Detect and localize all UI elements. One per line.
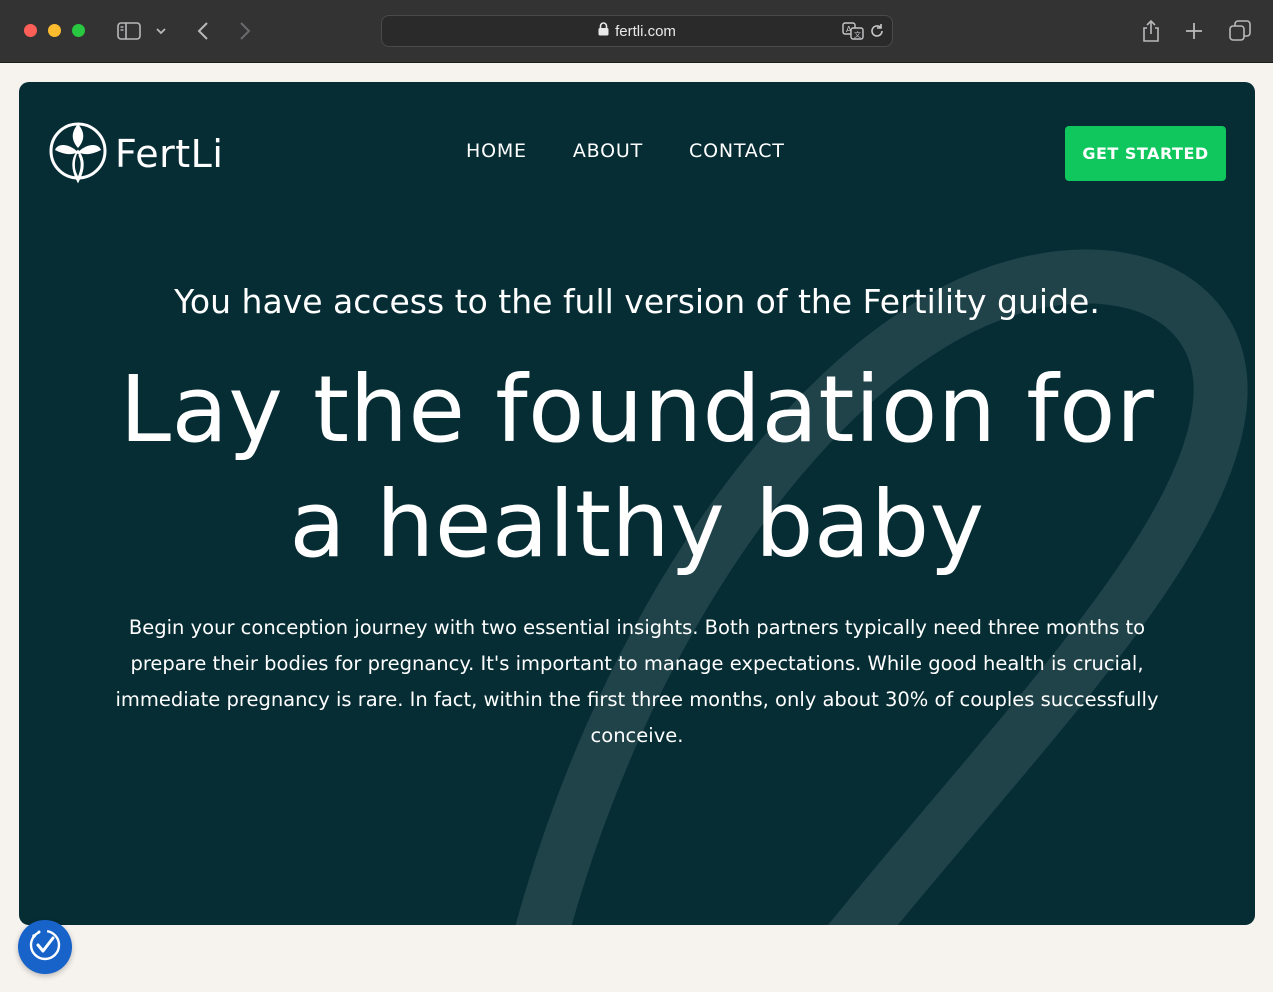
chevron-down-icon[interactable]	[153, 18, 169, 44]
tabs-icon[interactable]	[1228, 18, 1252, 44]
svg-text:A: A	[846, 25, 852, 34]
plus-icon[interactable]	[1182, 18, 1206, 44]
address-bar[interactable]: fertli.com A文	[381, 15, 893, 47]
browser-toolbar: fertli.com A文	[0, 0, 1273, 63]
get-started-button[interactable]: GET STARTED	[1065, 126, 1226, 181]
hero-headline: Lay the foundation for a healthy baby	[59, 352, 1215, 582]
accessibility-button[interactable]	[18, 920, 72, 974]
share-icon[interactable]	[1139, 18, 1163, 44]
zoom-window-button[interactable]	[72, 24, 85, 37]
access-message: You have access to the full version of t…	[174, 282, 1100, 321]
fertli-logo[interactable]: FertLi	[47, 120, 223, 188]
svg-text:文: 文	[854, 30, 861, 39]
headline-line-2: a healthy baby	[289, 471, 985, 578]
minimize-window-button[interactable]	[48, 24, 61, 37]
nav-about[interactable]: ABOUT	[573, 140, 643, 162]
nav-contact[interactable]: CONTACT	[689, 140, 785, 162]
back-arrow-icon[interactable]	[192, 18, 214, 44]
reload-icon[interactable]	[868, 22, 886, 44]
sidebar-icon[interactable]	[116, 18, 142, 44]
headline-line-1: Lay the foundation for	[119, 356, 1155, 463]
url-text: fertli.com	[615, 22, 676, 40]
accessibility-icon	[27, 927, 63, 967]
leaf-logo-icon	[47, 118, 109, 190]
translate-icon[interactable]: A文	[842, 22, 864, 44]
hero-description: Begin your conception journey with two e…	[115, 616, 1159, 747]
hero-section: FertLi HOME ABOUT CONTACT GET STARTED Yo…	[19, 82, 1255, 925]
forward-arrow-icon[interactable]	[234, 18, 256, 44]
page-body: FertLi HOME ABOUT CONTACT GET STARTED Yo…	[0, 63, 1273, 992]
nav-home[interactable]: HOME	[466, 140, 527, 162]
logo-text: FertLi	[115, 132, 224, 176]
main-nav: HOME ABOUT CONTACT	[466, 140, 785, 162]
close-window-button[interactable]	[24, 24, 37, 37]
lock-icon	[598, 22, 609, 40]
